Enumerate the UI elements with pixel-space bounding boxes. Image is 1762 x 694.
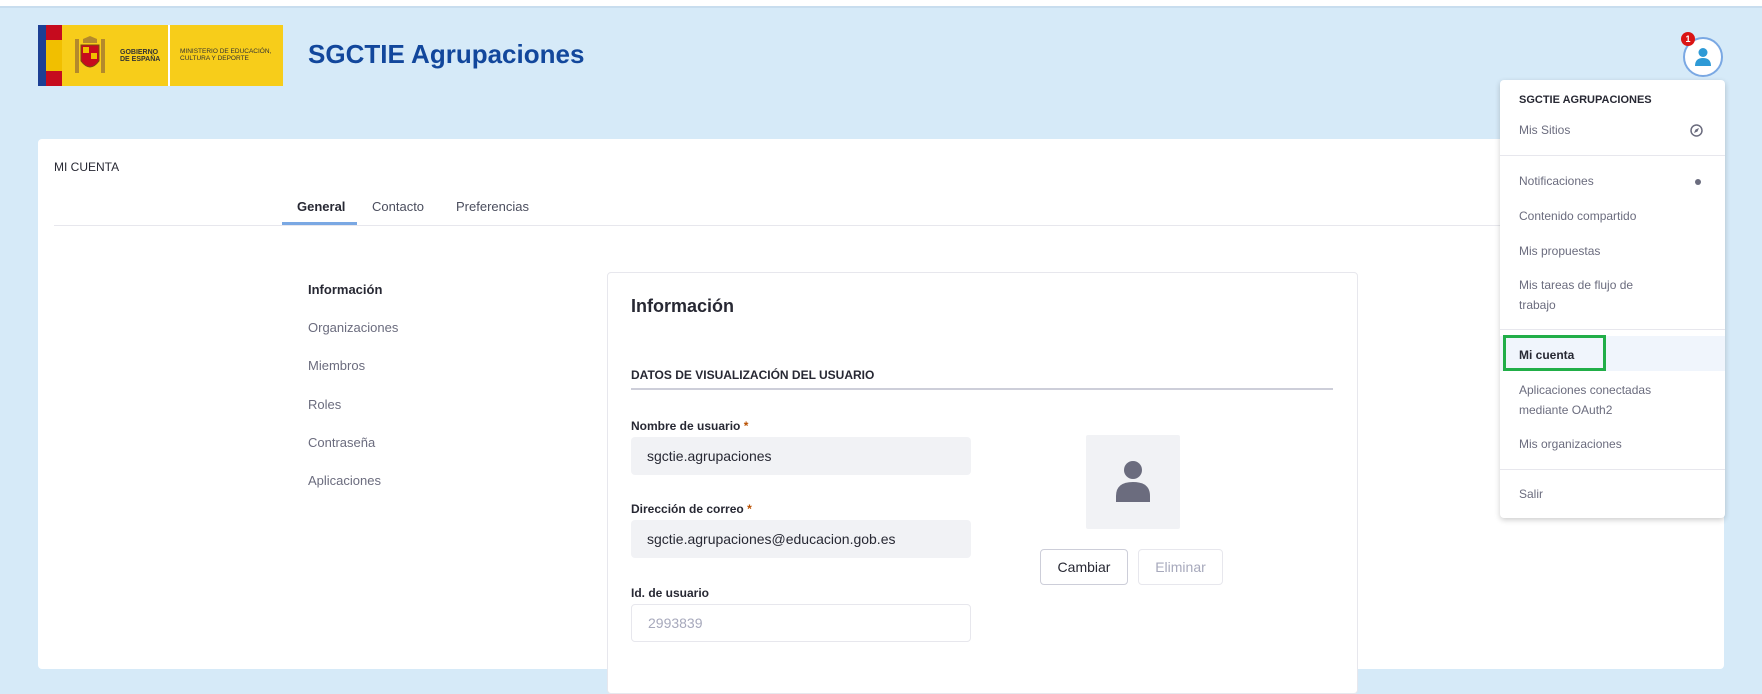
menu-item-my-organizations[interactable]: Mis organizaciones [1519, 434, 1622, 454]
sidenav-item-members[interactable]: Miembros [308, 358, 365, 373]
gov-logo-text: GOBIERNO DE ESPAÑA [120, 49, 161, 63]
unread-dot-icon [1695, 179, 1701, 185]
ministry-logo[interactable]: GOBIERNO DE ESPAÑA MINISTERIO DE EDUCACI… [38, 25, 283, 86]
delete-portrait-button[interactable]: Eliminar [1138, 549, 1223, 585]
menu-item-notifications[interactable]: Notificaciones [1519, 171, 1594, 191]
user-silhouette-icon [1116, 461, 1150, 502]
user-portrait [1086, 435, 1180, 529]
email-label: Dirección de correo * [631, 502, 752, 516]
userid-field[interactable]: 2993839 [631, 604, 971, 642]
menu-item-oauth-apps[interactable]: Aplicaciones conectadas mediante OAuth2 [1519, 380, 1651, 420]
oauth-apps-line-2: mediante OAuth2 [1519, 403, 1613, 417]
menu-item-shared-content[interactable]: Contenido compartido [1519, 206, 1636, 226]
workflow-tasks-line-1: Mis tareas de flujo de [1519, 278, 1634, 292]
required-mark: * [743, 419, 749, 433]
coat-of-arms-icon [75, 36, 105, 73]
required-mark: * [747, 502, 752, 516]
sidenav-item-information[interactable]: Información [308, 282, 382, 297]
menu-header: SGCTIE AGRUPACIONES [1519, 94, 1652, 106]
highlight-box [1503, 335, 1606, 371]
spain-flag-icon [38, 25, 62, 86]
information-panel: Información DATOS DE VISUALIZACIÓN DEL U… [607, 272, 1358, 694]
tabs-divider [54, 225, 1524, 226]
email-field[interactable]: sgctie.agrupaciones@educacion.gob.es [631, 520, 971, 558]
username-field[interactable]: sgctie.agrupaciones [631, 437, 971, 475]
sidenav-item-roles[interactable]: Roles [308, 397, 341, 412]
menu-separator [1500, 329, 1725, 330]
menu-item-workflow-tasks[interactable]: Mis tareas de flujo de trabajo [1519, 275, 1633, 315]
panel-title: Información [631, 296, 735, 316]
change-portrait-button[interactable]: Cambiar [1040, 549, 1128, 585]
ministry-logo-text: MINISTERIO DE EDUCACIÓN, CULTURA Y DEPOR… [180, 48, 272, 62]
email-label-text: Dirección de correo [631, 502, 744, 516]
user-dropdown-menu: SGCTIE AGRUPACIONES Mis Sitios Notificac… [1500, 80, 1725, 518]
username-label-text: Nombre de usuario [631, 419, 741, 433]
app-title[interactable]: SGCTIE Agrupaciones [308, 39, 584, 70]
menu-separator [1500, 155, 1725, 156]
logo-separator [168, 25, 170, 86]
oauth-apps-line-1: Aplicaciones conectadas [1519, 383, 1652, 397]
top-strip [0, 0, 1762, 8]
menu-item-sign-out[interactable]: Salir [1519, 484, 1543, 504]
section-divider [631, 388, 1333, 390]
notification-badge: 1 [1681, 32, 1695, 46]
menu-item-my-sites[interactable]: Mis Sitios [1519, 120, 1570, 140]
sidenav-item-applications[interactable]: Aplicaciones [308, 473, 381, 488]
compass-icon [1690, 124, 1703, 137]
workflow-tasks-line-2: trabajo [1519, 298, 1556, 312]
menu-item-my-proposals[interactable]: Mis propuestas [1519, 241, 1600, 261]
user-icon [1695, 48, 1711, 66]
sidenav-item-organizations[interactable]: Organizaciones [308, 320, 398, 335]
menu-separator [1500, 469, 1725, 470]
sidenav-item-password[interactable]: Contraseña [308, 435, 375, 450]
account-card: MI CUENTA General Contacto Preferencias … [38, 139, 1724, 694]
section-title: DATOS DE VISUALIZACIÓN DEL USUARIO [631, 368, 875, 382]
userid-label: Id. de usuario [631, 586, 710, 600]
username-label: Nombre de usuario * [631, 419, 748, 433]
page-title: MI CUENTA [54, 160, 120, 174]
